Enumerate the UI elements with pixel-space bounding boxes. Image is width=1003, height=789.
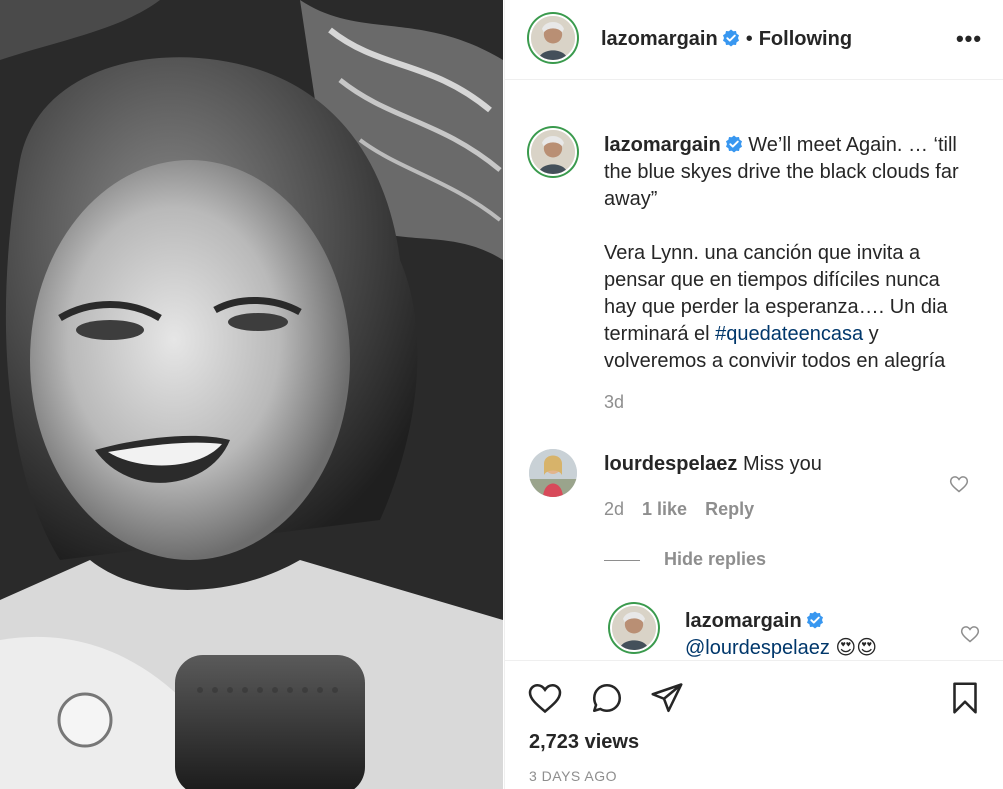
caption-line-1: We’ll meet Again. … bbox=[748, 134, 928, 156]
comment-bubble-icon[interactable] bbox=[589, 680, 625, 716]
hide-replies-label: Hide replies bbox=[664, 549, 767, 569]
post-details-panel: lazomargain • Following ••• lazomargain We… bbox=[504, 0, 1003, 789]
heart-icon[interactable] bbox=[527, 680, 563, 716]
post-date[interactable]: 3 DAYS AGO bbox=[529, 768, 617, 784]
hide-replies-line bbox=[604, 559, 640, 561]
reply-author-avatar[interactable] bbox=[610, 604, 658, 652]
comments-scroll-area[interactable]: lazomargain We’ll meet Again. … ‘till th… bbox=[505, 81, 1003, 659]
reply-button[interactable]: Reply bbox=[705, 499, 754, 519]
comment-text: Miss you bbox=[742, 453, 822, 475]
hide-replies-button[interactable]: Hide replies bbox=[604, 549, 766, 570]
reply-like-heart-icon[interactable] bbox=[960, 624, 980, 644]
comment-meta: 2d 1 like Reply bbox=[604, 499, 772, 520]
caption-text: lazomargain We’ll meet Again. … ‘till th… bbox=[604, 132, 974, 375]
post-header: lazomargain • Following ••• bbox=[505, 0, 1003, 80]
action-bar: 2,723 views 3 DAYS AGO bbox=[505, 660, 1003, 789]
commenter-avatar[interactable] bbox=[529, 449, 577, 497]
caption-paragraph-2: Vera Lynn. una canción que invita a pens… bbox=[604, 240, 974, 375]
following-button[interactable]: Following bbox=[759, 28, 852, 50]
comment-text-row: lourdespelaez Miss you bbox=[604, 453, 822, 476]
author-username[interactable]: lazomargain bbox=[601, 28, 718, 50]
view-count[interactable]: 2,723 views bbox=[529, 731, 639, 754]
verified-badge-icon bbox=[722, 29, 739, 47]
caption-author-avatar[interactable] bbox=[529, 128, 577, 176]
more-options-icon[interactable]: ••• bbox=[954, 24, 984, 54]
reply-emoji: 😍😍 bbox=[835, 637, 878, 659]
reply-author-username[interactable]: lazomargain bbox=[685, 610, 802, 632]
commenter-username[interactable]: lourdespelaez bbox=[604, 453, 737, 475]
post-photo[interactable] bbox=[0, 0, 503, 789]
verified-badge-icon bbox=[806, 611, 823, 629]
paper-plane-icon[interactable] bbox=[649, 680, 685, 716]
vintage-portrait-image bbox=[0, 0, 503, 789]
separator-dot: • bbox=[745, 28, 753, 50]
verified-badge-icon bbox=[725, 135, 742, 153]
reply-text: lazomargain @lourdespelaez 😍😍 bbox=[685, 608, 877, 659]
header-name-row: lazomargain • Following bbox=[601, 28, 852, 51]
author-avatar[interactable] bbox=[529, 14, 577, 62]
reply-mention-link[interactable]: @lourdespelaez bbox=[685, 637, 830, 659]
comment-timestamp[interactable]: 2d bbox=[604, 499, 624, 519]
comment-like-heart-icon[interactable] bbox=[949, 474, 969, 494]
caption-timestamp[interactable]: 3d bbox=[604, 392, 624, 413]
caption-author-username[interactable]: lazomargain bbox=[604, 134, 721, 156]
hashtag-link[interactable]: #quedateencasa bbox=[715, 323, 863, 345]
comment-likes[interactable]: 1 like bbox=[642, 499, 687, 519]
bookmark-icon[interactable] bbox=[947, 680, 983, 716]
